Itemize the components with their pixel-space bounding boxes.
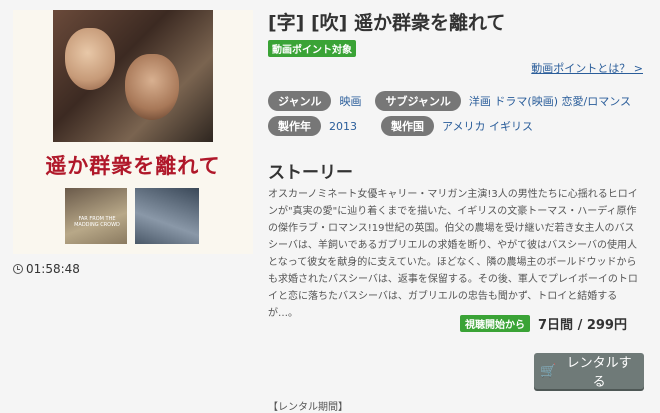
poster-actor-face: [125, 54, 179, 120]
year-value[interactable]: 2013: [329, 120, 357, 133]
rent-button-label: レンタルする: [566, 356, 632, 390]
cart-icon: 🛒: [540, 363, 557, 379]
rental-price: 7日間 / 299円: [538, 318, 627, 333]
genre-label: ジャンル: [268, 91, 332, 111]
price-row: 視聴開始から 7日間 / 299円: [460, 314, 627, 333]
viewing-period-badge: 視聴開始から: [460, 315, 530, 332]
clock-icon: [13, 264, 23, 274]
year-label: 製作年: [268, 116, 321, 136]
genre-value[interactable]: 映画: [339, 93, 361, 109]
rental-period-heading: 【レンタル期間】: [268, 402, 348, 413]
movie-title: [字] [吹] 遥か群衆を離れて: [268, 12, 506, 34]
duration-value: 01:58:48: [26, 262, 80, 276]
country-label: 製作国: [381, 116, 434, 136]
subgenre-values[interactable]: 洋画 ドラマ(映画) 恋愛/ロマンス: [469, 93, 631, 109]
poster-image-bottom-right: [135, 188, 199, 244]
country-values[interactable]: アメリカ イギリス: [442, 118, 533, 134]
rent-button[interactable]: 🛒 レンタルする: [534, 353, 644, 390]
production-row: 製作年 2013 製作国 アメリカ イギリス: [268, 116, 533, 136]
movie-poster: 遥か群衆を離れて FAR FROM THE MADDING CROWD: [13, 10, 253, 254]
story-text: オスカーノミネート女優キャリー・マリガン主演!3人の男性たちに心揺れるヒロインが…: [268, 189, 638, 319]
point-eligible-badge: 動画ポイント対象: [268, 40, 356, 57]
poster-title: 遥か群衆を離れて: [45, 153, 221, 178]
duration: 01:58:48: [13, 262, 80, 276]
point-info-link[interactable]: 動画ポイントとは？ >: [531, 60, 643, 76]
story-heading: ストーリー: [268, 163, 353, 183]
poster-subtitle: FAR FROM THE MADDING CROWD: [74, 216, 120, 228]
subgenre-label: サブジャンル: [375, 91, 461, 111]
poster-actress-face: [65, 28, 115, 90]
genre-row: ジャンル 映画 サブジャンル 洋画 ドラマ(映画) 恋愛/ロマンス: [268, 91, 631, 111]
